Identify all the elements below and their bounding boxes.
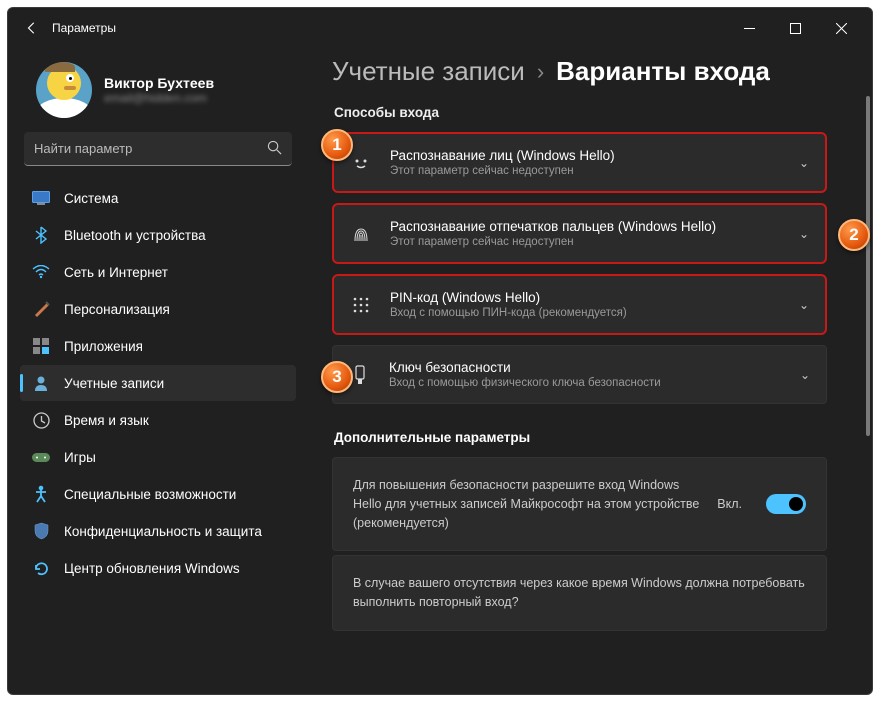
apps-icon — [32, 337, 50, 355]
annotation-badge-1: 1 — [321, 129, 353, 161]
toggle-switch[interactable] — [766, 494, 806, 514]
close-button[interactable] — [818, 12, 864, 44]
chevron-right-icon: › — [537, 59, 544, 85]
chevron-down-icon: ⌄ — [799, 156, 809, 170]
nav-label: Приложения — [64, 339, 143, 354]
nav-label: Специальные возможности — [64, 487, 236, 502]
sidebar-item-accounts[interactable]: Учетные записи — [20, 365, 296, 401]
brush-icon — [32, 300, 50, 318]
time-icon — [32, 411, 50, 429]
settings-window: Параметры Виктор Бухтеев email@hidden.co… — [7, 7, 873, 695]
nav: Система Bluetooth и устройства Сеть и Ин… — [20, 180, 296, 586]
card-reauth-timeout: В случае вашего отсутствия через какое в… — [332, 555, 827, 631]
nav-label: Персонализация — [64, 302, 170, 317]
bluetooth-icon — [32, 226, 50, 244]
avatar — [36, 62, 92, 118]
toggle-label: Вкл. — [717, 497, 742, 511]
sidebar-item-update[interactable]: Центр обновления Windows — [20, 550, 296, 586]
user-email: email@hidden.com — [104, 91, 214, 105]
card-title: Ключ безопасности — [389, 360, 782, 375]
annotation-badge-3: 3 — [321, 361, 353, 393]
sidebar-item-accessibility[interactable]: Специальные возможности — [20, 476, 296, 512]
chevron-down-icon: ⌄ — [799, 298, 809, 312]
nav-label: Время и язык — [64, 413, 149, 428]
card-subtitle: Вход с помощью физического ключа безопас… — [389, 377, 782, 389]
fingerprint-icon — [350, 223, 372, 245]
search-icon — [267, 140, 282, 158]
back-button[interactable] — [16, 12, 48, 44]
system-icon — [32, 189, 50, 207]
sidebar-item-network[interactable]: Сеть и Интернет — [20, 254, 296, 290]
chevron-down-icon: ⌄ — [799, 227, 809, 241]
card-subtitle: Этот параметр сейчас недоступен — [390, 165, 781, 177]
section-additional: Дополнительные параметры — [334, 430, 872, 445]
search-box[interactable] — [24, 132, 292, 166]
sidebar-item-apps[interactable]: Приложения — [20, 328, 296, 364]
search-input[interactable] — [34, 141, 267, 156]
card-title: PIN-код (Windows Hello) — [390, 290, 781, 305]
breadcrumb: Учетные записи › Варианты входа — [332, 56, 872, 87]
nav-label: Игры — [64, 450, 96, 465]
wifi-icon — [32, 263, 50, 281]
card-fingerprint[interactable]: Распознавание отпечатков пальцев (Window… — [332, 203, 827, 264]
info-text: Для повышения безопасности разрешите вхо… — [353, 476, 701, 532]
sidebar-item-time[interactable]: Время и язык — [20, 402, 296, 438]
minimize-button[interactable] — [726, 12, 772, 44]
card-title: Распознавание отпечатков пальцев (Window… — [390, 219, 781, 234]
card-face-recognition[interactable]: Распознавание лиц (Windows Hello) Этот п… — [332, 132, 827, 193]
card-hello-only: Для повышения безопасности разрешите вхо… — [332, 457, 827, 551]
card-subtitle: Этот параметр сейчас недоступен — [390, 236, 781, 248]
scrollbar[interactable] — [865, 96, 871, 686]
info-text: В случае вашего отсутствия через какое в… — [353, 574, 806, 612]
sidebar: Виктор Бухтеев email@hidden.com Система … — [8, 48, 308, 694]
card-subtitle: Вход с помощью ПИН-кода (рекомендуется) — [390, 307, 781, 319]
sidebar-item-privacy[interactable]: Конфиденциальность и защита — [20, 513, 296, 549]
nav-label: Учетные записи — [64, 376, 164, 391]
breadcrumb-parent[interactable]: Учетные записи — [332, 56, 525, 87]
accessibility-icon — [32, 485, 50, 503]
nav-label: Сеть и Интернет — [64, 265, 168, 280]
sidebar-item-system[interactable]: Система — [20, 180, 296, 216]
nav-label: Конфиденциальность и защита — [64, 524, 262, 539]
breadcrumb-current: Варианты входа — [556, 56, 770, 87]
user-block[interactable]: Виктор Бухтеев email@hidden.com — [20, 54, 296, 132]
chevron-down-icon: ⌄ — [800, 368, 810, 382]
face-icon — [350, 152, 372, 174]
sidebar-item-personalization[interactable]: Персонализация — [20, 291, 296, 327]
account-icon — [32, 374, 50, 392]
titlebar: Параметры — [8, 8, 872, 48]
scrollbar-thumb[interactable] — [866, 96, 870, 436]
user-name: Виктор Бухтеев — [104, 75, 214, 91]
nav-label: Bluetooth и устройства — [64, 228, 206, 243]
shield-icon — [32, 522, 50, 540]
games-icon — [32, 448, 50, 466]
maximize-button[interactable] — [772, 12, 818, 44]
card-pin[interactable]: PIN-код (Windows Hello) Вход с помощью П… — [332, 274, 827, 335]
card-title: Распознавание лиц (Windows Hello) — [390, 148, 781, 163]
section-signin-methods: Способы входа — [334, 105, 872, 120]
nav-label: Система — [64, 191, 118, 206]
window-title: Параметры — [52, 21, 116, 35]
main-content: Учетные записи › Варианты входа Способы … — [308, 48, 872, 694]
update-icon — [32, 559, 50, 577]
sidebar-item-bluetooth[interactable]: Bluetooth и устройства — [20, 217, 296, 253]
sidebar-item-gaming[interactable]: Игры — [20, 439, 296, 475]
annotation-badge-2: 2 — [838, 219, 870, 251]
pin-icon — [350, 294, 372, 316]
nav-label: Центр обновления Windows — [64, 561, 240, 576]
card-security-key[interactable]: Ключ безопасности Вход с помощью физичес… — [332, 345, 827, 404]
